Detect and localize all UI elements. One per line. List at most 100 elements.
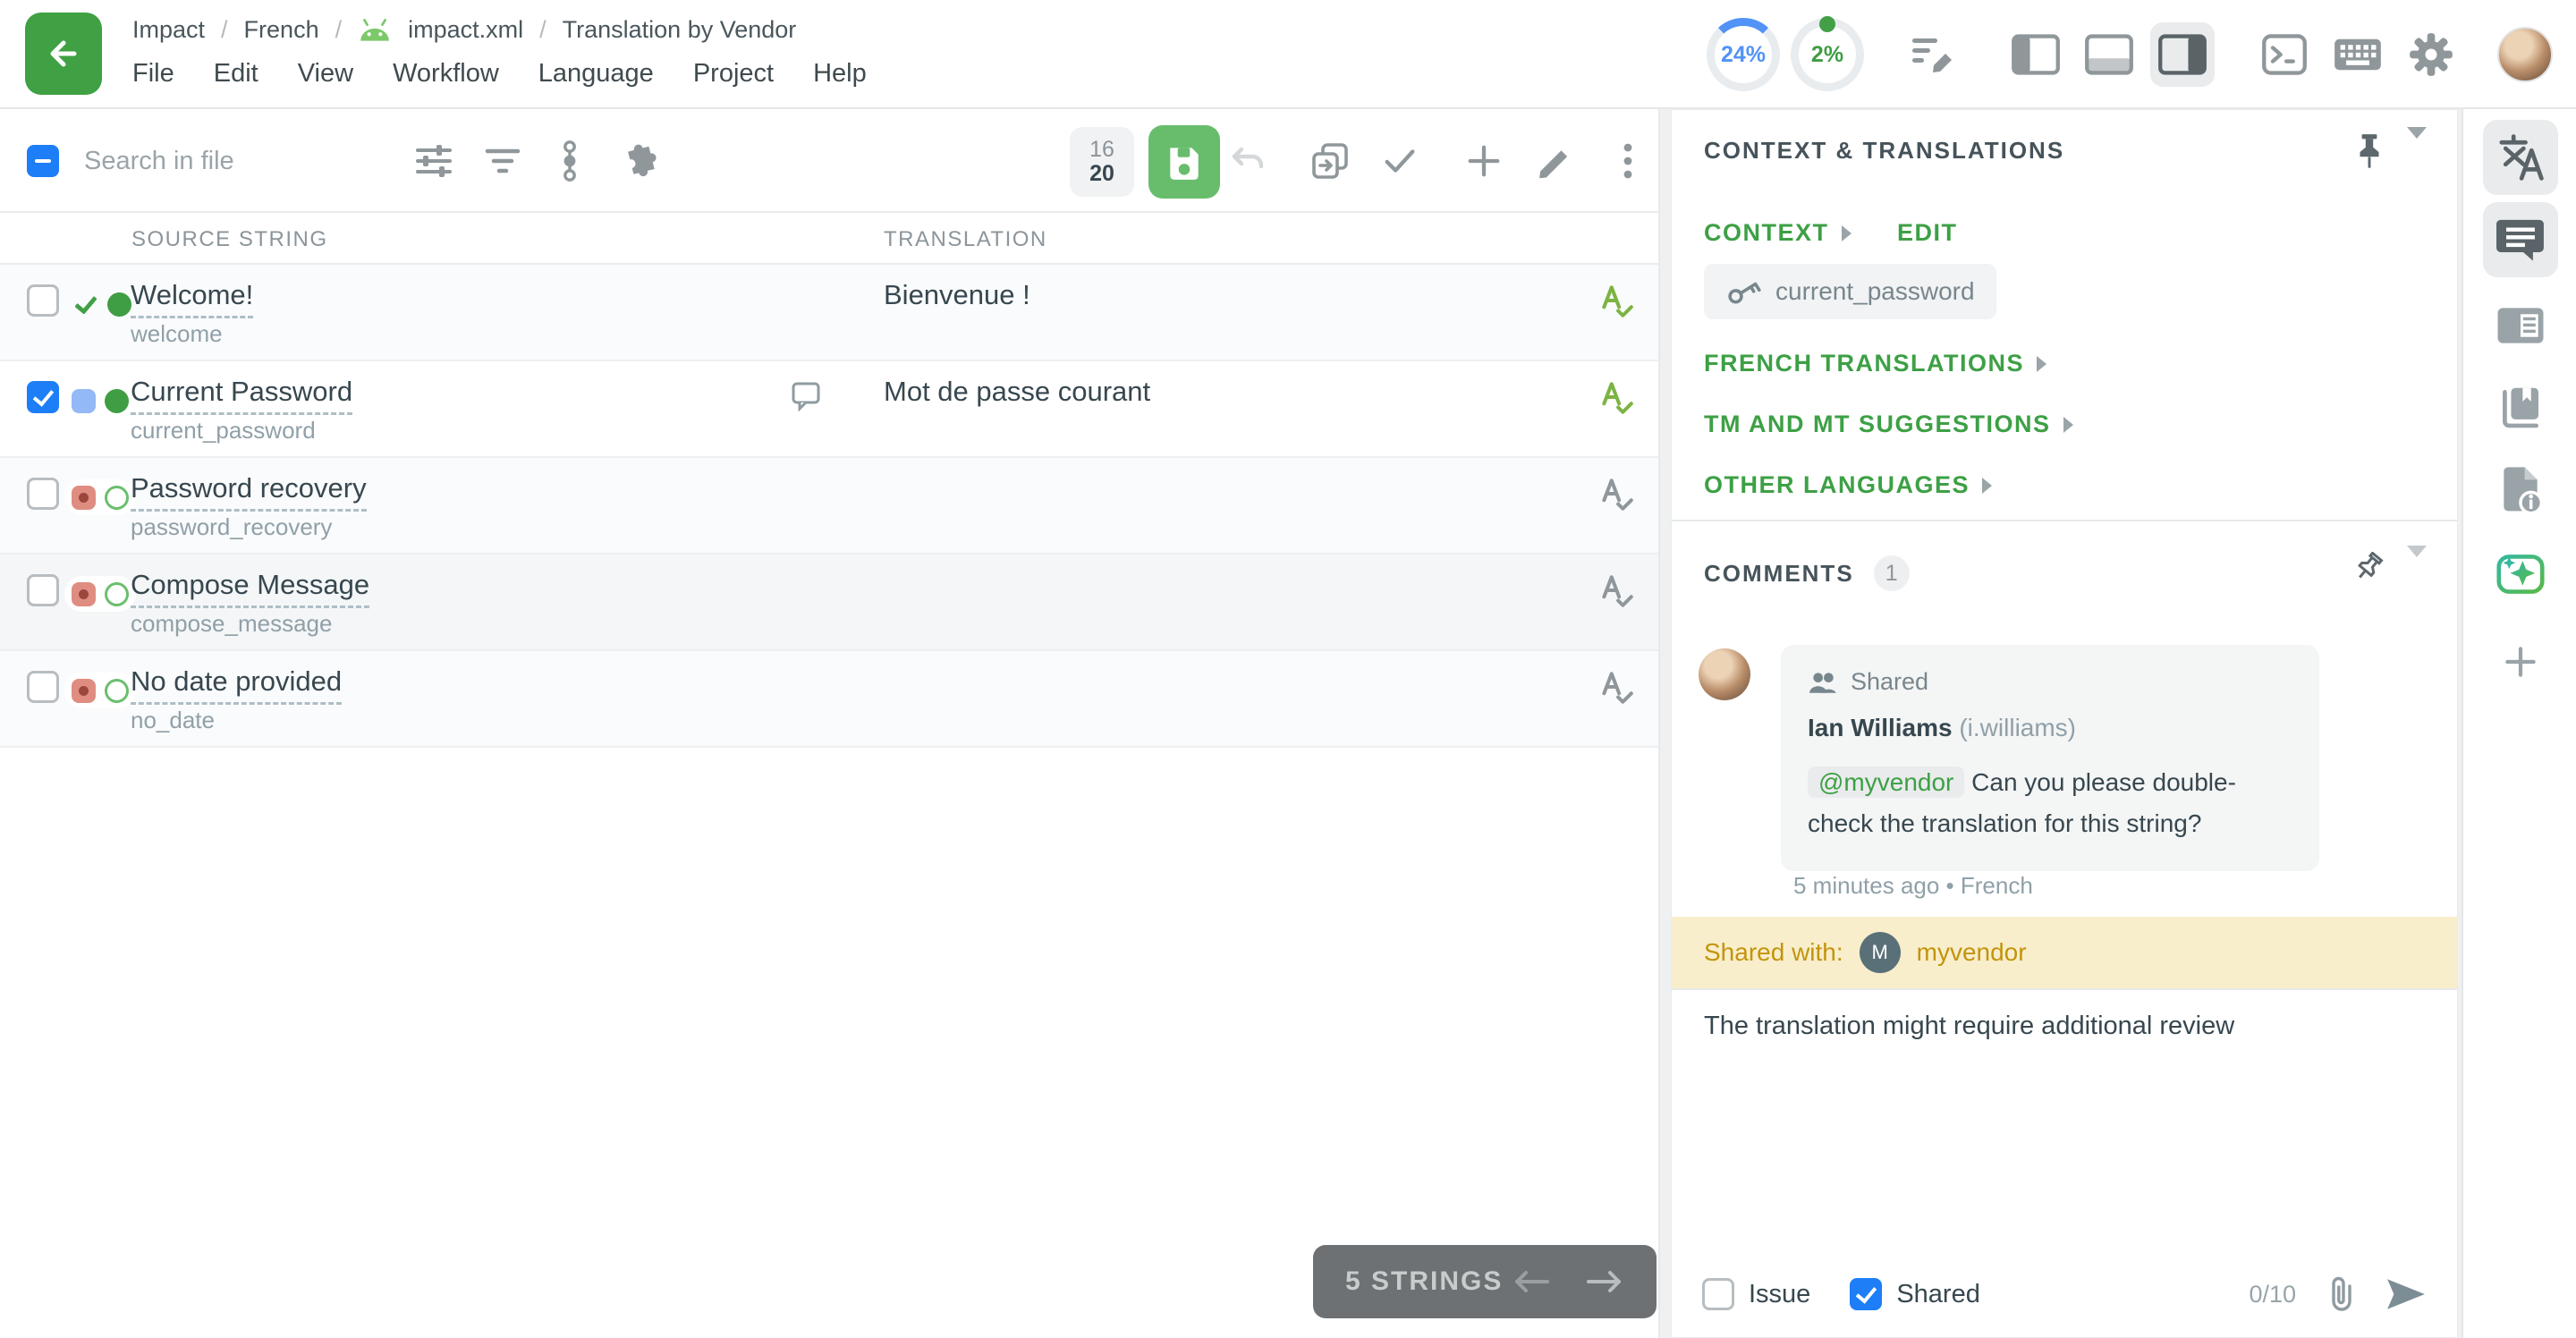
layout-left-icon[interactable] [2004,22,2068,87]
add-string-icon[interactable] [1462,140,1505,182]
panel-title: CONTEXT & TRANSLATIONS [1704,137,2064,165]
shared-checkbox-label[interactable]: Shared [1850,1278,1980,1310]
menu-view[interactable]: View [298,59,353,89]
attachment-counter: 0/10 [2249,1281,2296,1308]
prev-string-arrow-icon[interactable] [1512,1266,1551,1298]
undo-icon[interactable] [1226,140,1269,182]
file-context-panel-icon[interactable] [2483,453,2558,528]
next-string-arrow-icon[interactable] [1585,1266,1624,1298]
breadcrumb-workflow-step[interactable]: Translation by Vendor [563,16,797,44]
settings-gear-icon[interactable] [2399,22,2463,87]
ai-assistant-panel-icon[interactable] [2483,537,2558,612]
menu-help[interactable]: Help [813,59,867,89]
user-avatar[interactable] [2497,27,2553,82]
table-row[interactable]: No date provided no_date [0,651,1658,748]
chevron-right-icon [1842,225,1852,241]
table-row[interactable]: Welcome! welcome Bienvenue ! [0,265,1658,361]
edit-pencil-icon[interactable] [1532,140,1575,182]
table-row[interactable]: Password recovery password_recovery [0,458,1658,555]
chevron-down-icon[interactable] [2407,557,2427,573]
workflow-steps-icon[interactable] [548,140,591,182]
section-tm-mt-suggestions[interactable]: TM AND MT SUGGESTIONS [1704,411,2073,438]
unpin-icon[interactable] [2344,545,2394,595]
add-panel-icon[interactable] [2483,624,2558,699]
key-icon [1725,276,1761,307]
table-row[interactable]: Compose Message compose_message [0,555,1658,651]
row-checkbox[interactable] [27,381,59,413]
comment-author-name[interactable]: Ian Williams [1808,714,1953,741]
editor-toolbar: 16 20 [0,109,1658,213]
word-counter[interactable]: 16 20 [1070,127,1134,197]
strings-count: 5 STRINGS [1345,1266,1503,1297]
string-info-panel-icon[interactable] [2483,288,2558,363]
comments-panel-icon[interactable] [2483,202,2558,277]
source-string-text[interactable]: Compose Message [131,569,369,608]
layout-right-icon[interactable] [2150,22,2215,87]
attach-paperclip-icon[interactable] [2328,1274,2355,1314]
menu-language[interactable]: Language [538,59,654,89]
breadcrumb-file[interactable]: impact.xml [408,16,523,44]
select-all-checkbox[interactable] [27,145,59,177]
qa-spellcheck-icon[interactable] [1599,476,1633,513]
edit-list-icon[interactable] [1902,22,1966,87]
translation-text[interactable]: Bienvenue ! [884,279,1030,311]
menu-edit[interactable]: Edit [214,59,258,89]
shared-with-bar: Shared with: M myvendor [1672,917,2457,988]
copy-source-icon[interactable] [1309,140,1352,182]
qa-spellcheck-icon[interactable] [1599,669,1633,707]
chevron-down-icon[interactable] [2407,139,2427,155]
plugins-puzzle-icon[interactable] [617,140,660,182]
string-status-icon [64,576,136,612]
mention-link[interactable]: @myvendor [1808,766,1964,798]
row-checkbox[interactable] [27,671,59,703]
filter-icon[interactable] [481,140,524,182]
shared-checkbox[interactable] [1850,1278,1882,1310]
translations-panel-icon[interactable] [2483,120,2558,195]
breadcrumb-language[interactable]: French [244,16,319,44]
source-string-text[interactable]: Password recovery [131,472,367,512]
issue-checkbox-label[interactable]: Issue [1702,1278,1810,1310]
comment-input[interactable]: The translation might require additional… [1704,1012,2234,1041]
section-context[interactable]: CONTEXT [1704,219,1852,247]
breadcrumb-project[interactable]: Impact [132,16,205,44]
layout-bottom-icon[interactable] [2077,22,2141,87]
source-string-text[interactable]: No date provided [131,665,342,705]
row-checkbox[interactable] [27,574,59,606]
more-options-icon[interactable] [1606,140,1649,182]
qa-spellcheck-icon[interactable] [1599,379,1633,417]
vendor-name[interactable]: myvendor [1917,938,2027,967]
save-button[interactable] [1148,125,1220,199]
back-button[interactable] [25,13,102,95]
translated-progress-ring[interactable]: 24% [1707,18,1780,91]
translation-text[interactable]: Mot de passe courant [884,376,1150,408]
menu-project[interactable]: Project [693,59,774,89]
source-string-text[interactable]: Welcome! [131,279,253,318]
issue-checkbox[interactable] [1702,1278,1734,1310]
section-french-translations[interactable]: FRENCH TRANSLATIONS [1704,350,2046,377]
menu-workflow[interactable]: Workflow [393,59,499,89]
row-checkbox[interactable] [27,284,59,317]
panel-divider [1672,520,2457,521]
pin-icon[interactable] [2344,126,2394,176]
comment-input-area[interactable]: The translation might require additional… [1672,988,2457,1337]
approve-check-icon[interactable] [1378,140,1421,182]
context-translations-panel: CONTEXT & TRANSLATIONS CONTEXT EDIT curr… [1671,109,2458,1338]
row-checkbox[interactable] [27,478,59,510]
send-comment-icon[interactable] [2385,1277,2427,1311]
qa-spellcheck-icon[interactable] [1599,283,1633,320]
console-icon[interactable] [2252,22,2317,87]
context-edit-link[interactable]: EDIT [1897,219,1958,247]
search-input[interactable] [84,132,379,190]
keyboard-icon[interactable] [2326,22,2390,87]
menu-file[interactable]: File [132,59,174,89]
string-key: current_password [131,417,316,445]
view-options-icon[interactable] [412,140,455,182]
source-string-text[interactable]: Current Password [131,376,352,415]
section-other-languages[interactable]: OTHER LANGUAGES [1704,471,1992,499]
approved-progress-ring[interactable]: 2% [1791,18,1864,91]
glossary-panel-icon[interactable] [2483,370,2558,445]
string-status-icon [64,286,139,322]
string-key-pill[interactable]: current_password [1704,264,1996,319]
table-row[interactable]: Current Password current_password Mot de… [0,361,1658,458]
qa-spellcheck-icon[interactable] [1599,572,1633,610]
